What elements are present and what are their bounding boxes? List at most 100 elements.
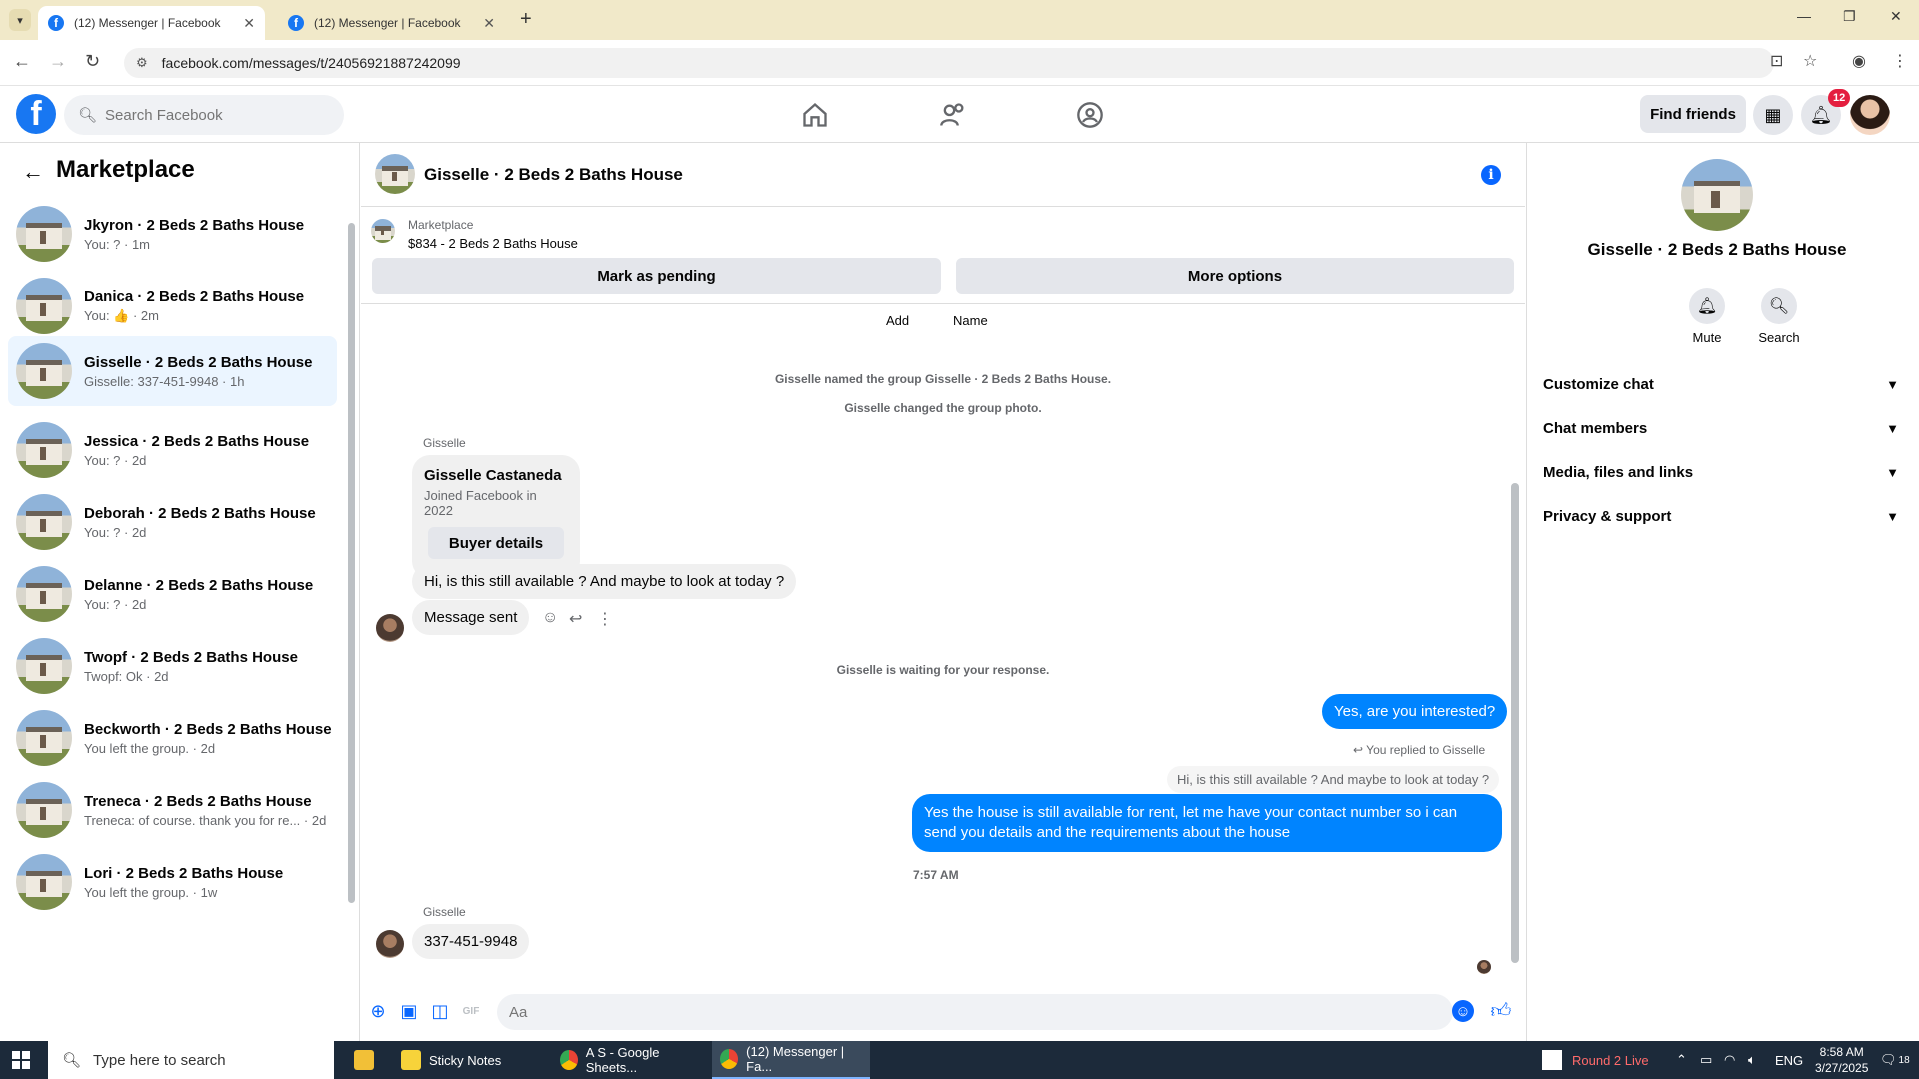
system-clock[interactable]: 8:58 AM 3/27/2025 — [1815, 1044, 1868, 1076]
taskbar-app-google-sheets[interactable]: A S - Google Sheets... — [552, 1041, 708, 1079]
section-privacy-support[interactable]: Privacy & support ▼ — [1543, 498, 1899, 534]
section-label: Chat members — [1543, 419, 1648, 437]
listing-thumbnail[interactable] — [371, 219, 395, 243]
chat-title[interactable]: Gisselle · 2 Beds 2 Baths House — [424, 165, 683, 185]
tab-search-chevron-icon[interactable]: ▾ — [9, 9, 31, 31]
like-thumbs-up-icon[interactable]: 👍︎ — [1490, 1000, 1512, 1022]
friends-icon[interactable] — [938, 101, 968, 129]
back-icon[interactable]: ← — [13, 51, 31, 72]
emoji-icon[interactable]: ☺ — [1452, 1000, 1474, 1022]
conversation-item[interactable]: Danica · 2 Beds 2 Baths House You: 👍 · 2m — [8, 271, 337, 341]
menu-grid-icon[interactable]: ▦ — [1753, 95, 1793, 135]
conversation-item[interactable]: Jessica · 2 Beds 2 Baths House You: ? · 2… — [8, 415, 337, 485]
section-customize-chat[interactable]: Customize chat ▼ — [1543, 366, 1899, 402]
chat-scrollbar[interactable] — [1511, 308, 1519, 968]
conversation-name: Jessica · 2 Beds 2 Baths House — [84, 432, 310, 450]
conversation-item[interactable]: Treneca · 2 Beds 2 Baths House Treneca: o… — [8, 775, 337, 845]
account-avatar[interactable] — [1850, 95, 1890, 135]
home-icon[interactable] — [800, 101, 830, 129]
sticker-icon[interactable]: ◫ — [429, 1000, 451, 1022]
new-tab-icon[interactable]: + — [520, 8, 532, 31]
input-language[interactable]: ENG — [1775, 1041, 1803, 1079]
message-bubble-incoming[interactable]: 337-451-9948 — [412, 924, 530, 959]
message-bubble-incoming[interactable]: Hi, is this still available ? And maybe … — [412, 564, 797, 599]
mark-as-pending-button[interactable]: Mark as pending — [372, 258, 941, 294]
wifi-icon[interactable]: ◠ — [1724, 1041, 1735, 1079]
close-tab-icon[interactable]: ✕ — [243, 15, 255, 32]
chat-group-photo[interactable] — [375, 154, 415, 194]
reply-icon[interactable]: ↩ — [569, 609, 582, 629]
search-icon[interactable]: 🔍︎ — [1761, 288, 1797, 324]
sidebar-scrollbar[interactable] — [348, 213, 355, 903]
more-actions-icon[interactable]: ⋮ — [597, 609, 613, 629]
restore-icon[interactable]: ❐ — [1843, 8, 1856, 25]
conversation-item[interactable]: Deborah · 2 Beds 2 Baths House You: ? · 2… — [8, 487, 337, 557]
more-options-button[interactable]: More options — [956, 258, 1514, 294]
message-input[interactable] — [497, 994, 1453, 1030]
listing-thumbnail — [16, 782, 72, 838]
attach-photo-icon[interactable]: ▣ — [398, 1000, 420, 1022]
file-explorer-icon[interactable] — [346, 1041, 390, 1079]
section-media-files-links[interactable]: Media, files and links ▼ — [1543, 454, 1899, 490]
install-app-icon[interactable]: ⊡ — [1770, 51, 1783, 71]
buyer-details-button[interactable]: Buyer details — [428, 527, 564, 559]
taskbar-app-sticky-notes[interactable]: Sticky Notes — [393, 1041, 545, 1079]
conversation-item[interactable]: Twopf · 2 Beds 2 Baths House Twopf: Ok · … — [8, 631, 337, 701]
windows-start-icon[interactable] — [12, 1051, 30, 1069]
group-photo[interactable] — [1681, 159, 1753, 231]
facebook-search-input[interactable] — [105, 106, 326, 124]
more-actions-plus-icon[interactable]: ⊕ — [367, 1000, 389, 1022]
sender-name: Gisselle — [423, 905, 466, 919]
conversation-item[interactable]: Lori · 2 Beds 2 Baths House You left the … — [8, 847, 337, 917]
message-bubble-incoming[interactable]: Message sent — [412, 600, 530, 635]
groups-icon[interactable] — [1075, 101, 1105, 129]
conversation-item-active[interactable]: Gisselle · 2 Beds 2 Baths House Gisselle:… — [8, 336, 337, 406]
conversation-info-icon[interactable]: i — [1481, 165, 1501, 185]
url-field[interactable]: ⚙ facebook.com/messages/t/24056921887242… — [124, 48, 1774, 78]
message-bubble-outgoing[interactable]: Yes the house is still available for ren… — [912, 794, 1502, 852]
name-label[interactable]: Name — [953, 313, 988, 328]
taskbar-search-placeholder: Type here to search — [93, 1051, 226, 1069]
mute-action[interactable]: 🔔︎ Mute — [1677, 288, 1737, 345]
quoted-message[interactable]: Hi, is this still available ? And maybe … — [1167, 766, 1500, 793]
tray-chevron-icon[interactable]: ⌃ — [1676, 1041, 1687, 1079]
listing-price-title[interactable]: $834 - 2 Beds 2 Baths House — [408, 236, 578, 251]
add-label[interactable]: Add — [886, 313, 909, 328]
taskbar-search[interactable]: 🔍︎ Type here to search — [48, 1041, 334, 1079]
browser-menu-icon[interactable]: ⋮ — [1892, 51, 1908, 71]
section-label: Customize chat — [1543, 375, 1654, 393]
browser-tab-1[interactable]: f (12) Messenger | Facebook ✕ — [38, 6, 265, 40]
conversation-item[interactable]: Jkyron · 2 Beds 2 Baths House You: ? · 1m — [8, 199, 337, 269]
sender-avatar[interactable] — [376, 930, 404, 958]
minimize-icon[interactable]: — — [1797, 8, 1811, 24]
close-window-icon[interactable]: ✕ — [1890, 8, 1902, 25]
bookmark-star-icon[interactable]: ☆ — [1803, 51, 1817, 71]
react-emoji-icon[interactable]: ☺ — [542, 609, 558, 627]
find-friends-button[interactable]: Find friends — [1640, 95, 1746, 133]
message-bubble-outgoing[interactable]: Yes, are you interested? — [1322, 694, 1508, 729]
facebook-search[interactable]: 🔍︎ — [64, 95, 344, 135]
conversation-name: Danica · 2 Beds 2 Baths House — [84, 288, 305, 305]
gif-icon[interactable]: GIF — [460, 1000, 482, 1022]
bell-icon[interactable]: 🔔︎ — [1689, 288, 1725, 324]
sender-avatar[interactable] — [376, 614, 404, 642]
taskbar-app-messenger[interactable]: (12) Messenger | Fa... — [712, 1041, 870, 1079]
facebook-logo-icon[interactable]: f — [16, 94, 56, 134]
back-arrow-icon[interactable]: ← — [22, 159, 44, 185]
taskbar-app-label: A S - Google Sheets... — [585, 1045, 660, 1075]
reload-icon[interactable]: ↻ — [85, 51, 100, 72]
search-action[interactable]: 🔍︎ Search — [1749, 288, 1809, 345]
news-widget[interactable]: Round 2 Live — [1542, 1041, 1649, 1079]
conversation-item[interactable]: Delanne · 2 Beds 2 Baths House You: ? · 2… — [8, 559, 337, 629]
volume-icon[interactable]: 🔈︎ — [1748, 1041, 1756, 1079]
section-chat-members[interactable]: Chat members ▼ — [1543, 410, 1899, 446]
profile-icon[interactable]: ◉ — [1852, 51, 1866, 71]
conversation-preview: Twopf: Ok · 2d — [84, 668, 169, 684]
tray-device-icon[interactable]: ▭ — [1700, 1041, 1712, 1079]
notification-center-icon[interactable]: 🗨︎ 18 — [1880, 1041, 1910, 1079]
browser-tab-2[interactable]: f (12) Messenger | Facebook ✕ — [278, 6, 505, 40]
forward-icon[interactable]: → — [49, 51, 67, 72]
close-tab-icon[interactable]: ✕ — [483, 15, 495, 32]
site-info-icon[interactable]: ⚙ — [136, 55, 148, 71]
conversation-item[interactable]: Beckworth · 2 Beds 2 Baths House You left… — [8, 703, 337, 773]
